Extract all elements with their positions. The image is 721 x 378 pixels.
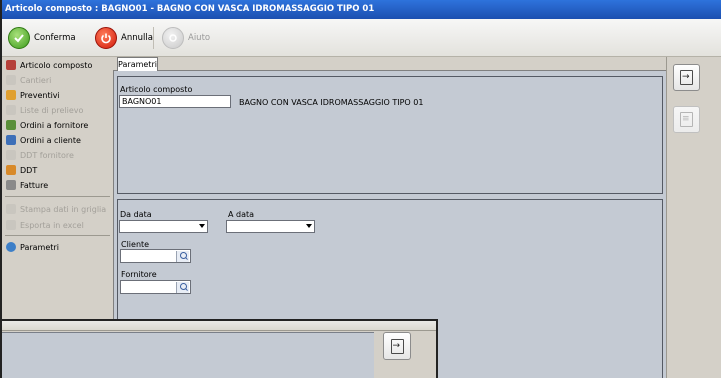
sidebar-item-preventivi[interactable]: Preventivi xyxy=(6,88,60,102)
compound-article-icon xyxy=(6,60,16,70)
export-document-icon xyxy=(390,338,404,354)
help-icon xyxy=(162,27,184,49)
chevron-down-icon xyxy=(306,224,312,228)
sidebar-item-ordini-a-fornitore[interactable]: Ordini a fornitore xyxy=(6,118,88,132)
cliente-field[interactable] xyxy=(120,249,191,263)
checkmark-icon xyxy=(8,27,30,49)
search-icon[interactable] xyxy=(176,282,189,293)
a-data-label: A data xyxy=(228,210,255,219)
export-document-button[interactable] xyxy=(383,332,411,360)
a-data-dropdown[interactable] xyxy=(226,220,315,233)
cancel-button[interactable]: Annulla xyxy=(95,26,153,50)
sidebar-item-label: DDT fornitore xyxy=(20,150,74,160)
chevron-down-icon xyxy=(199,224,205,228)
sidebar-item-label: Fatture xyxy=(20,180,49,190)
right-action-column xyxy=(666,57,721,378)
sidebar-item-label: Esporta in excel xyxy=(20,220,84,230)
delivery-truck-icon xyxy=(6,165,16,175)
sidebar-item-ordini-a-cliente[interactable]: Ordini a cliente xyxy=(6,133,81,147)
sidebar-divider xyxy=(5,196,110,197)
list-document-icon xyxy=(680,112,693,127)
sidebar-item-ddt[interactable]: DDT xyxy=(6,163,37,177)
help-label: Aiuto xyxy=(188,33,211,43)
picking-list-icon xyxy=(6,105,16,115)
toolbar-separator xyxy=(153,27,154,49)
window-title: Articolo composto : BAGNO01 - BAGNO CON … xyxy=(2,0,721,19)
sidebar-item-label: Ordini a fornitore xyxy=(20,120,89,130)
confirm-label: Conferma xyxy=(34,33,76,43)
sidebar-item-liste-di-prelievo: Liste di prelievo xyxy=(6,103,83,117)
export-document-button[interactable] xyxy=(673,64,700,91)
sidebar-item-label: DDT xyxy=(20,165,38,175)
export-document-icon xyxy=(680,70,693,85)
sidebar-item-parametri[interactable]: Parametri xyxy=(6,240,59,254)
invoice-icon xyxy=(6,180,16,190)
sidebar-item-label: Preventivi xyxy=(20,90,60,100)
da-data-dropdown[interactable] xyxy=(119,220,208,233)
articolo-label: Articolo composto xyxy=(120,85,193,94)
articolo-description: BAGNO CON VASCA IDROMASSAGGIO TIPO 01 xyxy=(239,98,424,107)
sidebar-divider xyxy=(5,235,110,236)
background-window-toolbar xyxy=(2,321,436,331)
excel-icon xyxy=(6,220,16,230)
sidebar-item-label: Articolo composto xyxy=(20,60,93,70)
sidebar-item-esporta-excel: Esporta in excel xyxy=(6,218,84,232)
background-window-panel xyxy=(2,332,374,378)
sidebar-item-label: Cantieri xyxy=(20,75,52,85)
articolo-code-field[interactable]: BAGNO01 xyxy=(119,95,231,108)
sidebar-item-label: Parametri xyxy=(20,242,59,252)
da-data-label: Da data xyxy=(120,210,152,219)
toolbar: Conferma Annulla Aiuto xyxy=(2,19,721,57)
sidebar-item-ddt-fornitore: DDT fornitore xyxy=(6,148,74,162)
sidebar-item-label: Ordini a cliente xyxy=(20,135,81,145)
sidebar-item-label: Stampa dati in griglia xyxy=(20,204,107,214)
supplier-order-icon xyxy=(6,120,16,130)
cliente-label: Cliente xyxy=(121,240,150,249)
sidebar-item-stampa-dati: Stampa dati in griglia xyxy=(6,202,106,216)
sidebar-item-articolo-composto[interactable]: Articolo composto xyxy=(6,58,92,72)
cancel-label: Annulla xyxy=(121,33,153,43)
power-icon xyxy=(95,27,117,49)
supplier-ddt-icon xyxy=(6,150,16,160)
sidebar-item-cantieri: Cantieri xyxy=(6,73,51,87)
worksite-icon xyxy=(6,75,16,85)
customer-order-icon xyxy=(6,135,16,145)
fornitore-label: Fornitore xyxy=(121,270,157,279)
sidebar-item-fatture[interactable]: Fatture xyxy=(6,178,48,192)
help-button[interactable]: Aiuto xyxy=(162,26,210,50)
article-group xyxy=(117,76,663,194)
tab-parametri[interactable]: Parametri xyxy=(117,57,158,71)
sidebar-item-label: Liste di prelievo xyxy=(20,105,84,115)
quote-icon xyxy=(6,90,16,100)
fornitore-field[interactable] xyxy=(120,280,191,294)
print-icon xyxy=(6,204,16,214)
list-document-button xyxy=(673,106,700,133)
search-icon[interactable] xyxy=(176,251,189,262)
background-window xyxy=(0,319,438,378)
confirm-button[interactable]: Conferma xyxy=(8,26,76,50)
gear-icon xyxy=(6,242,16,252)
